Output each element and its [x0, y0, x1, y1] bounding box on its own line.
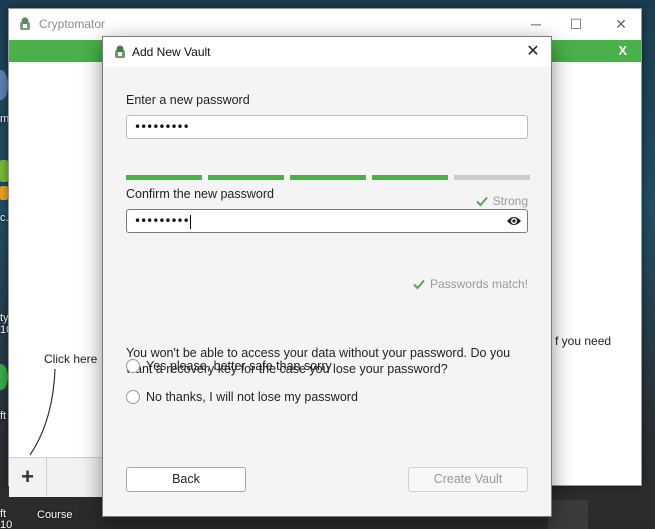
- new-password-label: Enter a new password: [126, 93, 250, 107]
- main-titlebar[interactable]: Cryptomator ─ ☐ ✕: [9, 9, 641, 39]
- text-caret: [189, 214, 191, 229]
- back-button[interactable]: Back: [126, 467, 246, 492]
- dialog-close-icon[interactable]: ✕: [521, 41, 545, 63]
- strength-label: Strong: [492, 194, 528, 208]
- desktop-app-icon[interactable]: [0, 160, 8, 182]
- password-match-status: Passwords match!: [413, 277, 528, 291]
- desktop-app-icon[interactable]: [548, 500, 588, 529]
- strength-segment: [454, 175, 530, 180]
- minimize-icon[interactable]: ─: [521, 13, 551, 35]
- notification-close-button[interactable]: X: [618, 43, 627, 58]
- new-password-field[interactable]: •••••••••: [126, 115, 528, 139]
- desktop-label: Course: [37, 509, 73, 521]
- cryptomator-logo-icon: [115, 45, 125, 58]
- desktop-app-icon[interactable]: [0, 70, 8, 100]
- check-icon: [413, 279, 425, 290]
- desktop-app-icon[interactable]: [0, 364, 8, 390]
- dialog-titlebar[interactable]: Add New Vault ✕: [103, 37, 551, 67]
- confirm-password-label: Confirm the new password: [126, 187, 274, 201]
- strength-segment: [372, 175, 448, 180]
- maximize-icon[interactable]: ☐: [561, 13, 591, 35]
- desktop-label: ft: [0, 410, 7, 422]
- check-icon: [475, 196, 488, 207]
- strength-segment: [290, 175, 366, 180]
- create-vault-button[interactable]: Create Vault: [408, 467, 528, 492]
- new-password-value: •••••••••: [134, 120, 190, 134]
- recovery-no-option[interactable]: No thanks, I will not lose my password: [126, 390, 358, 404]
- eye-icon[interactable]: [506, 214, 522, 228]
- welcome-hint-text: f you need: [555, 334, 612, 348]
- desktop-label: 10: [0, 519, 13, 529]
- password-match-label: Passwords match!: [429, 277, 528, 291]
- dialog-body: Enter a new password ••••••••• Strong Co…: [103, 67, 551, 516]
- radio-no[interactable]: [126, 390, 140, 404]
- desktop-app-icon[interactable]: [0, 186, 8, 200]
- confirm-password-field[interactable]: •••••••••: [126, 209, 528, 233]
- add-vault-dialog: Add New Vault ✕ Enter a new password •••…: [102, 36, 552, 517]
- close-icon[interactable]: ✕: [606, 13, 636, 35]
- vault-list-toolbar: +: [9, 457, 104, 497]
- dialog-title: Add New Vault: [132, 45, 211, 59]
- recovery-yes-option[interactable]: Yes please, better safe than sorry: [126, 359, 332, 373]
- add-vault-button[interactable]: +: [9, 458, 47, 496]
- hint-arrow-icon: [29, 368, 56, 456]
- strength-segment: [208, 175, 284, 180]
- strength-status: Strong: [475, 194, 528, 208]
- recovery-yes-label: Yes please, better safe than sorry: [146, 359, 332, 373]
- recovery-no-label: No thanks, I will not lose my password: [146, 390, 358, 404]
- strength-segment: [126, 175, 202, 180]
- radio-yes[interactable]: [126, 359, 140, 373]
- confirm-password-value: •••••••••: [134, 214, 190, 228]
